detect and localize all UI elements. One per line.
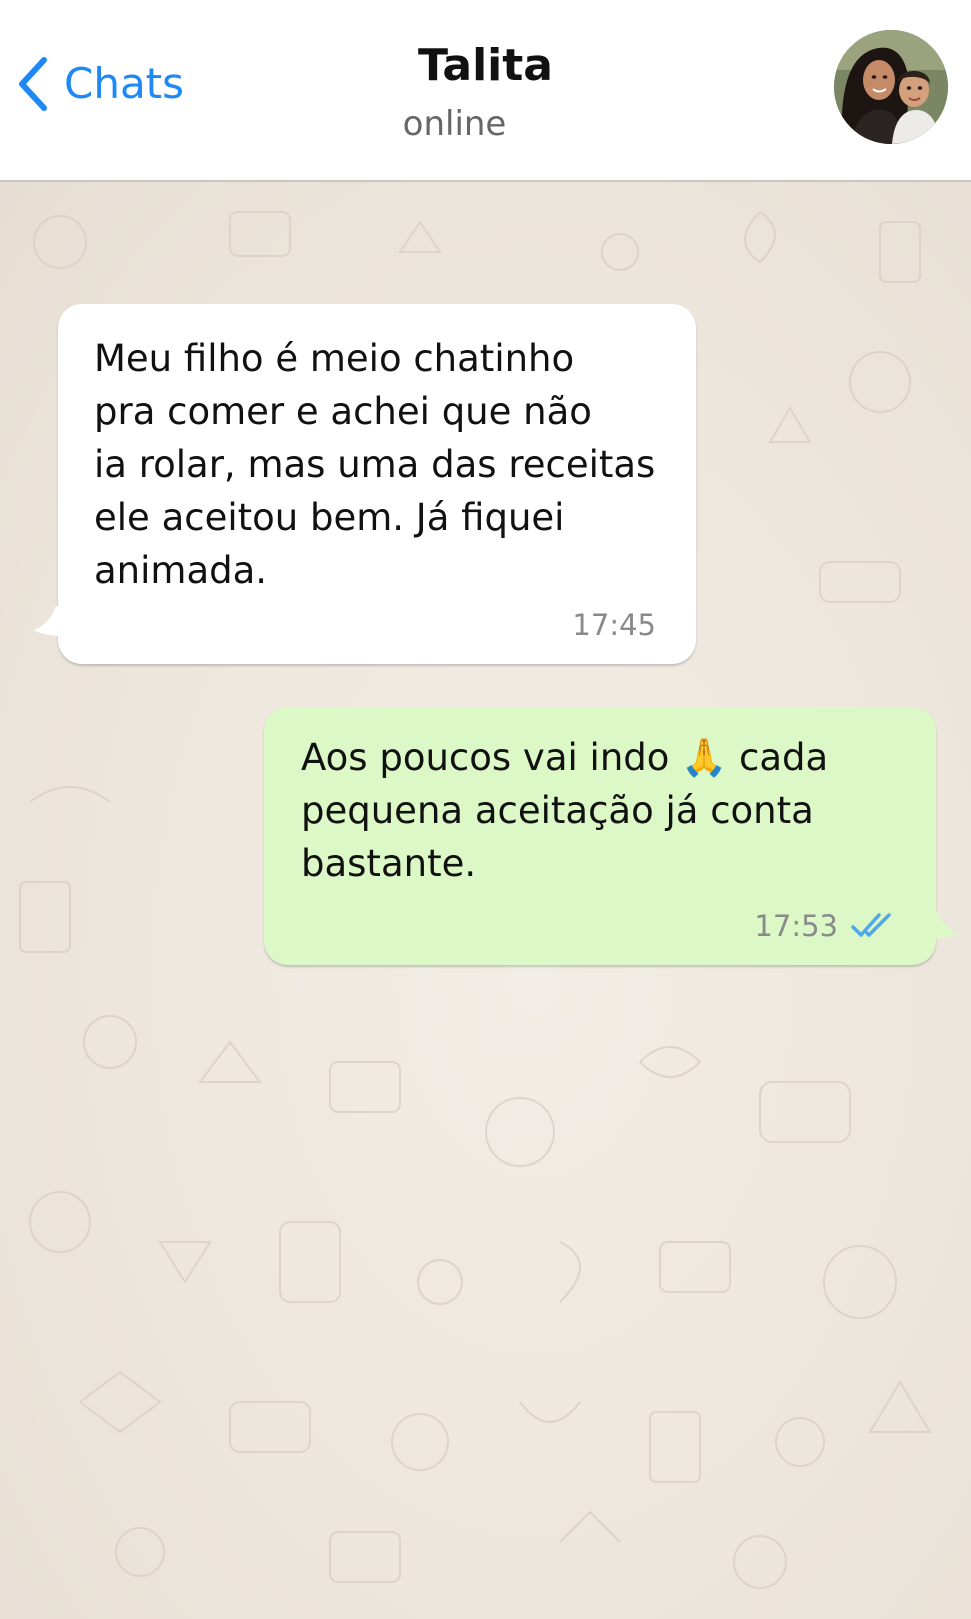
bubble-tail — [928, 909, 958, 939]
outgoing-message[interactable]: Aos poucos vai indo 🙏 cada pequena aceit… — [264, 707, 958, 965]
contact-name[interactable]: Talita — [0, 41, 971, 90]
contact-status: online — [402, 104, 507, 144]
chat-area[interactable]: Meu filho é meio chatinho pra comer e ac… — [0, 182, 971, 1619]
double-check-icon — [851, 913, 891, 937]
contact-avatar-photo — [834, 30, 948, 144]
bubble-tail — [34, 606, 64, 636]
message-text: Meu filho é meio chatinho pra comer e ac… — [94, 337, 656, 592]
message-time: 17:45 — [572, 608, 656, 642]
message-time: 17:53 — [754, 909, 838, 943]
incoming-message[interactable]: Meu filho é meio chatinho pra comer e ac… — [34, 304, 696, 664]
chat-header: Chats Talita online — [0, 0, 971, 182]
message-text: Aos poucos vai indo 🙏 cada pequena aceit… — [301, 736, 829, 885]
avatar[interactable] — [834, 30, 948, 144]
